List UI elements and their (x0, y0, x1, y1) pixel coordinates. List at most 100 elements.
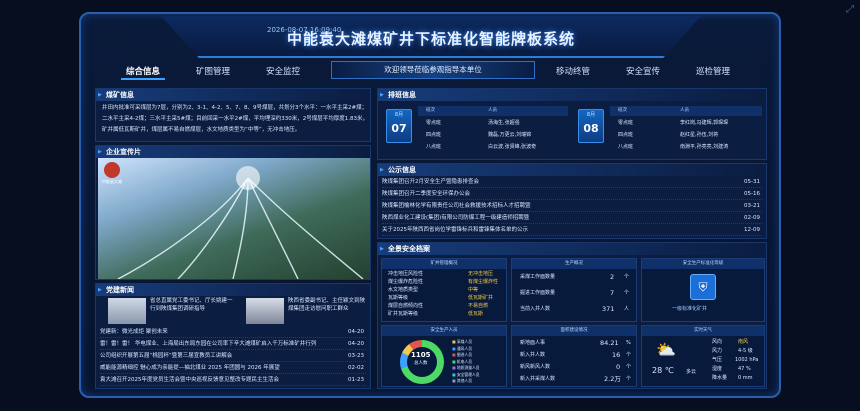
stat-label: 新地面人事 (520, 340, 546, 346)
production-box: 生产概况 采煤工作面数量 2 个 掘进工作面数量 7 个 当前入井人数 371 人 (511, 258, 637, 322)
stat-value: 84.21 (600, 339, 619, 347)
weather-title: 实时天气 (642, 326, 764, 336)
tab-mobile-terminal[interactable]: 移动终管 (551, 64, 595, 80)
standardization-level: 一级标准化矿井 (672, 306, 708, 312)
enterprise-video-title: 企业宣传片 (96, 146, 370, 158)
party-news-item[interactable]: 党建新：微光成炬 聚创未来 04-20 (100, 327, 366, 338)
news-photo-1[interactable] (108, 298, 146, 324)
notice-item[interactable]: 陕煤集团榆林化学有限责任公司社会救援技术招标人才招聘暨 03-21 (382, 201, 762, 212)
enterprise-video[interactable]: 中能袁大滩 (98, 158, 370, 279)
stat-value: 16 (612, 351, 621, 359)
production-unit: 人 (624, 306, 630, 312)
party-news-item[interactable]: 雷！雷！雷！ 华电煤业、上海局出东局东园在公司率下辛大滩煤矿启入千万标准矿并行列… (100, 339, 366, 350)
statistics-box: 面积建设情况 新地面人事 84.21% 新入井人数 16 个 新风新风人数 0 个 新入井… (511, 325, 637, 387)
production-title: 生产概况 (512, 259, 636, 269)
shift-name: 八点班 (618, 144, 634, 150)
schedule-right-header: 班次 人员 (610, 106, 762, 116)
personnel-legend: ■ 采煤人员 ■ 通风人员 ■ 掘进人员 ■ 机电人员 ■ 地质测量人员 ■ 安… (452, 339, 480, 383)
stat-value: 0 (616, 363, 621, 371)
weather-temperature: 28 ℃ (652, 366, 674, 375)
party-news-item[interactable]: 公司组织开展第五届“桃园杯”暨第三届宣教员工讲解会 03-23 (100, 351, 366, 362)
shift-staff: 汤海生,张超强 (488, 120, 520, 126)
mine-info-text: 井田内批准可采煤层为7层，分别为2、3-1、4-2、5、7、8、9号煤层，共划分… (102, 105, 368, 133)
shield-icon: ⛨ (690, 274, 716, 300)
party-news-item[interactable]: 威能能源精细控 魅心成为亲能提—袖北煤业 2025 年团圆与 2026 年展望 0… (100, 363, 366, 374)
shift-staff: 赵红星,孙伍,刘将 (680, 132, 719, 138)
calendar-today: 8月 07 (386, 109, 412, 143)
production-value: 2 (610, 273, 615, 281)
personnel-total-unit: 总人数 (414, 361, 428, 366)
news-headline-1[interactable]: 省总直属党工委书记、厅长姚建一行到陕煤集团调研指导 (150, 297, 234, 313)
stat-unit: % (626, 340, 631, 346)
shift-staff: 魏磊,万更云,刘瑞锦 (488, 132, 532, 138)
mine-status-title: 矿井管理概况 (382, 259, 506, 269)
production-value: 7 (610, 289, 615, 297)
weather-value: 0 mm (738, 375, 753, 381)
statistics-title: 面积建设情况 (512, 326, 636, 336)
shift-staff: 南淵平,孙亮亮,刘建涛 (680, 144, 729, 150)
status-value: 低瓦斯 (468, 311, 484, 317)
cloudy-weather-icon: ⛅ (656, 340, 676, 359)
notice-title: 公示信息 (378, 164, 766, 176)
mine-info-title: 煤矿信息 (96, 89, 370, 101)
status-label: 矿井瓦斯等级 (388, 311, 419, 317)
weather-box: 实时天气 ⛅ 28 ℃ 多云 风向 南风 风力 4-5 级 气压 1002 hPa 湿… (641, 325, 765, 387)
shift-staff: 白云波,张贤峰,张波奇 (488, 144, 537, 150)
production-label: 当前入井人数 (520, 306, 551, 312)
tab-comprehensive-info[interactable]: 综合信息 (121, 64, 165, 80)
party-news-item[interactable]: 袁大滩召开2025年度党员生活会暨中央巡视反馈意见整改专题民主生活会 01-23 (100, 375, 366, 386)
weather-condition: 多云 (686, 369, 697, 375)
weather-label: 风向 (712, 339, 723, 345)
app-frame: 2026-08-07 16:09:40 中能袁大滩煤矿井下标准化智能牌板系统 📶… (79, 12, 781, 398)
news-photo-2[interactable] (246, 298, 284, 324)
stat-label: 新入井采煤人数 (520, 376, 556, 382)
weather-label: 湿度 (712, 366, 723, 372)
schedule-left-header: 班次 人员 (418, 106, 568, 116)
mine-info-panel: 煤矿信息 井田内批准可采煤层为7层，分别为2、3-1、4-2、5、7、8、9号煤… (95, 88, 371, 142)
title-bar: 2026-08-07 16:09:40 中能袁大滩煤矿井下标准化智能牌板系统 📶… (161, 16, 701, 58)
calendar-tomorrow: 8月 08 (578, 109, 604, 143)
light-trails-graphic (117, 166, 364, 279)
notice-panel: 公示信息 陕煤集团召开2月安全生产暨隐患排查会05-31 陕煤集团召开二季度安全… (377, 163, 767, 239)
weather-label: 气压 (712, 357, 723, 363)
welcome-banner: 欢迎领导莅临参观指导本单位 (331, 61, 535, 79)
standardization-box: 安全生产标准化等级 ⛨ 一级标准化矿井 (641, 258, 765, 322)
weather-value: 47 % (738, 366, 751, 372)
tab-safety-promo[interactable]: 安全宣传 (621, 64, 665, 80)
stat-unit: 个 (626, 364, 632, 370)
weather-label: 降水量 (712, 375, 728, 381)
system-status-icons: 📶 🔔 ⏻ (701, 25, 714, 49)
tab-mine-map[interactable]: 矿图管理 (191, 64, 235, 80)
tab-safety-monitor[interactable]: 安全监控 (261, 64, 305, 80)
news-headline-2[interactable]: 陕西省委副书记、主任颖文到陕煤集团走访慰问职工群众 (288, 297, 370, 313)
personnel-title: 安全生产人员 (382, 326, 506, 336)
production-unit: 个 (624, 290, 630, 296)
weather-value: 1002 hPa (735, 357, 759, 363)
schedule-title: 排班信息 (378, 89, 766, 101)
weather-value: 4-5 级 (738, 348, 753, 354)
notice-item[interactable]: 陕煤集团召开2月安全生产暨隐患排查会 05-31 (382, 177, 762, 188)
notice-item[interactable]: 陕西煤业化工建设(集团)有限公司防爆工程一级建造师招聘暨 02-09 (382, 213, 762, 224)
standardization-title: 安全生产标准化等级 (642, 259, 764, 269)
stat-unit: 个 (626, 376, 632, 382)
shift-name: 零点班 (618, 120, 634, 126)
notice-item[interactable]: 陕煤集团召开二季度安全环保办公会 05-16 (382, 189, 762, 200)
weather-value: 南风 (738, 339, 749, 345)
personnel-box: 安全生产人员 1105 总人数 ■ 采煤人员 ■ 通风人员 ■ 掘进人员 ■ 机… (381, 325, 507, 387)
stat-unit: 个 (626, 352, 632, 358)
notice-item[interactable]: 关于2025年陕西西省岗位学雷锋标兵和雷锋集体名单的公示 12-09 (382, 225, 762, 236)
tab-inspection[interactable]: 巡检管理 (691, 64, 735, 80)
page-title: 中能袁大滩煤矿井下标准化智能牌板系统 (286, 30, 575, 48)
shift-name: 四点班 (426, 132, 442, 138)
safety-archive-title: 全景安全档案 (378, 243, 766, 255)
stat-label: 新风新风人数 (520, 364, 551, 370)
company-logo (104, 162, 120, 178)
stat-label: 新入井人数 (520, 352, 546, 358)
expand-icon[interactable]: ⤢ (844, 4, 856, 16)
party-news-title: 党建新闻 (96, 284, 370, 296)
mine-status-box: 矿井管理概况 冲击地压风险性 无冲击地压 煤尘爆炸危险性 有煤尘爆炸性 水文地质类型… (381, 258, 507, 322)
shift-name: 零点班 (426, 120, 442, 126)
shift-name: 四点班 (618, 132, 634, 138)
production-label: 掘进工作面数量 (520, 290, 556, 296)
weather-label: 风力 (712, 348, 723, 354)
